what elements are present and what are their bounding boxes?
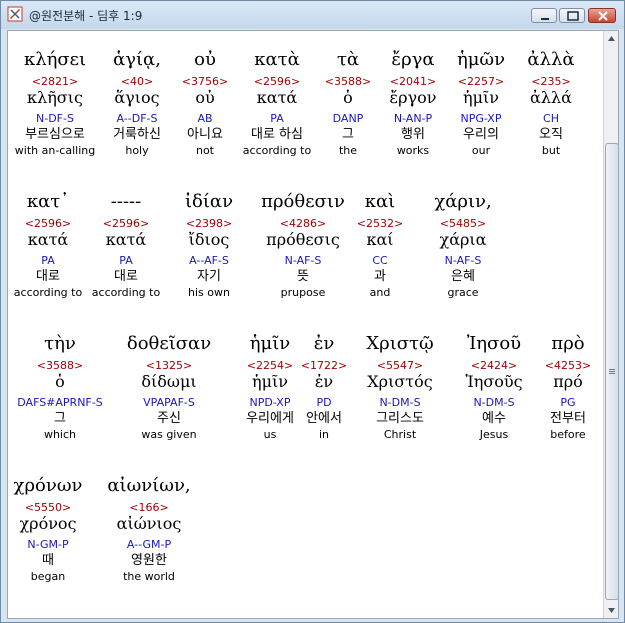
close-button[interactable]	[588, 8, 616, 23]
english-gloss: was given	[141, 428, 197, 441]
korean-gloss: 오직	[539, 127, 563, 142]
english-gloss: but	[541, 144, 561, 157]
parsing-code: N-AF-S	[444, 254, 482, 267]
greek-word: αἰωνίων,	[107, 475, 191, 496]
lemma: δίδωμι	[141, 372, 197, 391]
word-grid: κλήσει <2821> κλῆσις N-DF-S 부르심으로 with an-cal…	[8, 31, 604, 618]
close-icon	[598, 11, 608, 21]
triangle-up-icon	[608, 36, 615, 41]
app-window: @원전분해 - 딤후 1:9 κλήσει <2821> κλῆσις N-DF-S 부…	[0, 0, 625, 623]
analysis-pane: κλήσει <2821> κλῆσις N-DF-S 부르심으로 with an-cal…	[7, 30, 619, 619]
parsing-code: VPAPAF-S	[143, 396, 195, 409]
maximize-icon	[567, 11, 579, 21]
word-cell[interactable]: αἰωνίων, <166> αἰώνιος A--GM-P 영원한 the world	[93, 477, 205, 585]
english-gloss: the world	[123, 570, 175, 583]
word-cell[interactable]: χάριν, <5485> χάρια N-AF-S 은혜 grace	[407, 193, 519, 301]
lemma: χρόνος	[19, 514, 77, 533]
word-cell[interactable]: χρόνων <5550> χρόνος N-GM-P 때 began	[8, 475, 104, 585]
grip-icon	[609, 369, 615, 374]
title-bar[interactable]: @원전분해 - 딤후 1:9	[1, 1, 624, 29]
scroll-down-arrow[interactable]	[604, 603, 618, 618]
greek-word: χάριν,	[434, 191, 492, 212]
minimize-icon	[541, 18, 549, 20]
lemma: χάρια	[439, 230, 487, 249]
parsing-code: N-GM-P	[27, 538, 69, 551]
scroll-thumb[interactable]	[605, 143, 618, 600]
parsing-code: A--GM-P	[126, 538, 172, 551]
korean-gloss: 때	[42, 553, 54, 568]
korean-gloss: 은혜	[451, 269, 475, 284]
english-gloss: began	[30, 570, 66, 583]
triangle-down-icon	[608, 608, 615, 613]
lemma: ἀλλά	[530, 88, 572, 107]
english-gloss: grace	[447, 286, 479, 299]
greek-word: δοθεῖσαν	[126, 333, 212, 354]
english-gloss: which	[43, 428, 77, 441]
parsing-code: DAFS#APRNF-S	[17, 396, 103, 409]
korean-gloss: 주신	[157, 411, 181, 426]
app-icon	[7, 6, 23, 22]
vertical-scrollbar[interactable]	[603, 31, 618, 618]
lemma: αἰώνιος	[116, 514, 182, 533]
word-cell[interactable]: δοθεῖσαν <1325> δίδωμι VPAPAF-S 주신 was given	[113, 335, 225, 443]
parsing-code: CH	[543, 112, 559, 125]
greek-word: ἀλλὰ	[527, 49, 575, 70]
scroll-up-arrow[interactable]	[604, 31, 618, 46]
minimize-button[interactable]	[531, 8, 557, 23]
greek-word: τὴν	[44, 333, 76, 354]
word-cell[interactable]: ἀλλὰ <235> ἀλλά CH 오직 but	[495, 51, 607, 159]
window-title: @원전분해 - 딤후 1:9	[29, 9, 143, 23]
greek-word: χρόνων	[13, 475, 83, 496]
korean-gloss: 그	[54, 411, 66, 426]
maximize-button[interactable]	[559, 8, 585, 23]
word-cell[interactable]: τὴν <3588> ὁ DAFS#APRNF-S 그 which	[8, 333, 116, 443]
korean-gloss: 영원한	[131, 553, 167, 568]
lemma: ὁ	[55, 372, 65, 391]
